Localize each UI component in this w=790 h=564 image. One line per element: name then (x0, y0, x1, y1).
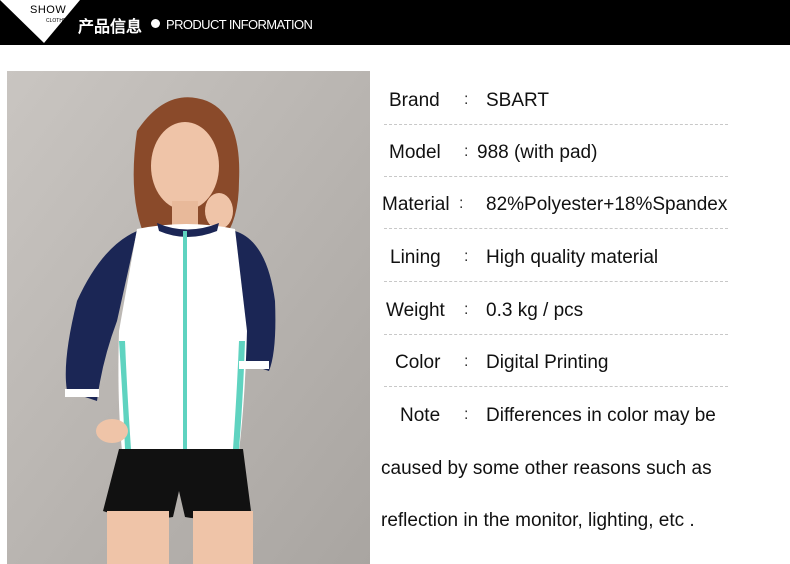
spec-value: High quality material (486, 247, 659, 268)
row-divider (384, 228, 728, 229)
globe-icon (151, 19, 160, 28)
spec-value: 988 (with pad) (477, 142, 598, 163)
spec-label: Color (395, 352, 441, 373)
spec-label: Lining (390, 247, 441, 268)
spec-colon: : (464, 91, 469, 108)
spec-value: 82%Polyester+18%Spandex (486, 194, 728, 215)
spec-colon: : (464, 406, 469, 423)
header-title-chinese: 产品信息 (78, 17, 143, 36)
header-bar: SHOW CLOTHE 产品信息 PRODUCT INFORMATION (0, 0, 790, 45)
note-continuation-line: caused by some other reasons such as (381, 458, 712, 479)
spec-colon: : (464, 353, 469, 370)
spec-colon: : (464, 143, 469, 160)
spec-value: Digital Printing (486, 352, 609, 373)
row-divider (384, 281, 728, 282)
spec-value: SBART (486, 90, 550, 111)
spec-colon: : (464, 248, 469, 265)
spec-row-brand: Brand : SBART (380, 73, 730, 125)
spec-label: Material (382, 194, 450, 215)
spec-row-color: Color : Digital Printing (380, 335, 730, 387)
logo-text: SHOW (30, 4, 67, 16)
row-divider (384, 386, 728, 387)
header-title-english: PRODUCT INFORMATION (166, 17, 313, 32)
product-photo (7, 71, 370, 564)
spec-label: Weight (386, 300, 445, 321)
spec-label: Note (400, 405, 441, 426)
spec-row-model: Model : 988 (with pad) (380, 125, 730, 177)
spec-row-note: Note : Differences in color may be (380, 388, 730, 440)
brand-logo[interactable]: SHOW CLOTHE (0, 0, 80, 45)
spec-label: Brand (389, 90, 440, 111)
spec-value: Differences in color may be (486, 405, 716, 426)
spec-row-lining: Lining : High quality material (380, 230, 730, 282)
spec-value: 0.3 kg / pcs (486, 300, 584, 321)
note-continuation-line: reflection in the monitor, lighting, etc… (381, 510, 695, 531)
logo-subtext: CLOTHE (46, 18, 67, 24)
spec-colon: : (464, 301, 469, 318)
spec-row-material: Material : 82%Polyester+18%Spandex (380, 177, 730, 229)
spec-colon: : (459, 195, 464, 212)
spec-label: Model (389, 142, 441, 163)
spec-row-weight: Weight : 0.3 kg / pcs (380, 283, 730, 335)
